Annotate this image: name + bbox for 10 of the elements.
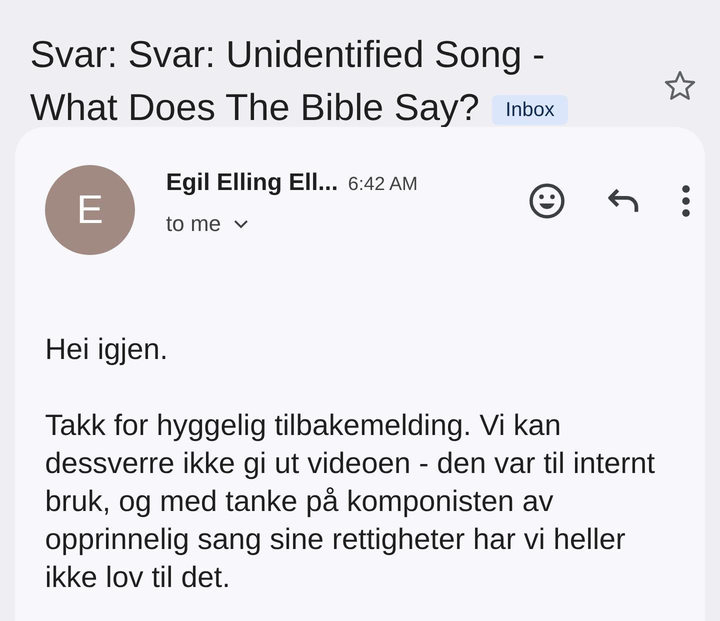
more-options-button[interactable]: [681, 184, 691, 218]
chevron-down-icon: [233, 219, 250, 229]
message-time: 6:42 AM: [348, 174, 418, 196]
recipient-toggle[interactable]: to me: [166, 211, 250, 237]
message-paragraph: Hei igjen.: [45, 332, 169, 368]
message-paragraph: Takk for hyggelig tilbakemelding. Vi kan dessverre ikke gi ut videoen - den var til internt bruk, og med tanke på komponisten av opprinnelig sang sine rettigheter har vi heller ikke lov til det.: [45, 408, 656, 596]
emoji-reaction-button[interactable]: [527, 181, 567, 221]
sender-avatar: E: [45, 165, 135, 255]
sender-name: Egil Elling Ell...: [166, 169, 338, 197]
inbox-label: Inbox: [492, 95, 568, 126]
